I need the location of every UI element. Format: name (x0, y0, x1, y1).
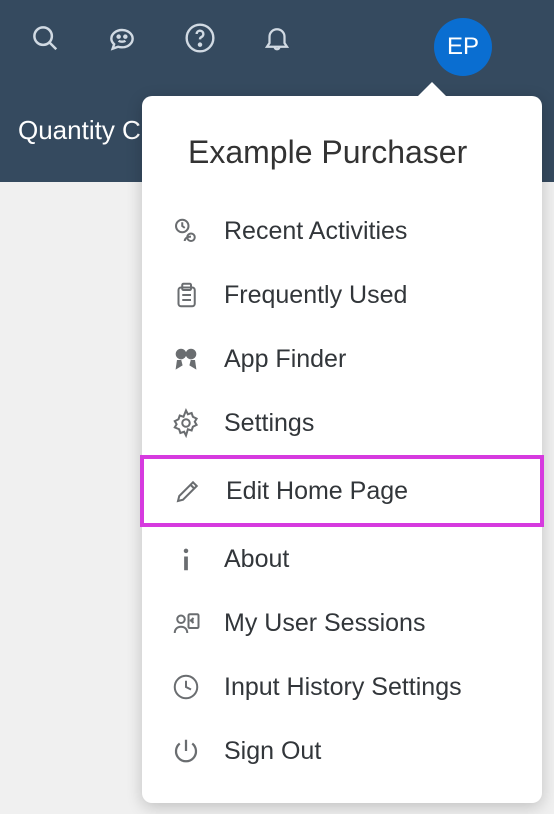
menu-item-edit-home-page[interactable]: Edit Home Page (140, 455, 544, 527)
menu-label: Edit Home Page (226, 477, 408, 506)
menu-label: Frequently Used (224, 281, 407, 310)
user-sessions-icon (170, 607, 202, 639)
recent-activities-icon (170, 215, 202, 247)
menu-label: Recent Activities (224, 217, 407, 246)
chat-icon[interactable] (106, 22, 138, 54)
user-menu-title: Example Purchaser (142, 96, 542, 199)
avatar-initials: EP (447, 33, 479, 61)
search-icon[interactable] (30, 23, 60, 53)
breadcrumb: Quantity C (18, 115, 141, 146)
menu-item-my-user-sessions[interactable]: My User Sessions (142, 591, 542, 655)
app-finder-icon (170, 343, 202, 375)
menu-label: Sign Out (224, 737, 321, 766)
menu-label: About (224, 545, 289, 574)
menu-item-about[interactable]: About (142, 527, 542, 591)
edit-icon (172, 475, 204, 507)
help-icon[interactable] (184, 22, 216, 54)
menu-item-input-history-settings[interactable]: Input History Settings (142, 655, 542, 719)
avatar[interactable]: EP (434, 18, 492, 76)
menu-item-frequently-used[interactable]: Frequently Used (142, 263, 542, 327)
menu-label: Settings (224, 409, 314, 438)
sign-out-icon (170, 735, 202, 767)
menu-label: My User Sessions (224, 609, 425, 638)
user-menu-popover: Example Purchaser Recent Activities Freq… (142, 96, 542, 803)
menu-item-settings[interactable]: Settings (142, 391, 542, 455)
frequently-used-icon (170, 279, 202, 311)
menu-item-sign-out[interactable]: Sign Out (142, 719, 542, 783)
settings-icon (170, 407, 202, 439)
menu-label: Input History Settings (224, 673, 462, 702)
menu-item-recent-activities[interactable]: Recent Activities (142, 199, 542, 263)
menu-item-app-finder[interactable]: App Finder (142, 327, 542, 391)
user-menu-list: Recent Activities Frequently Used App Fi… (142, 199, 542, 803)
history-icon (170, 671, 202, 703)
notifications-icon[interactable] (262, 23, 292, 53)
menu-label: App Finder (224, 345, 346, 374)
about-icon (170, 543, 202, 575)
